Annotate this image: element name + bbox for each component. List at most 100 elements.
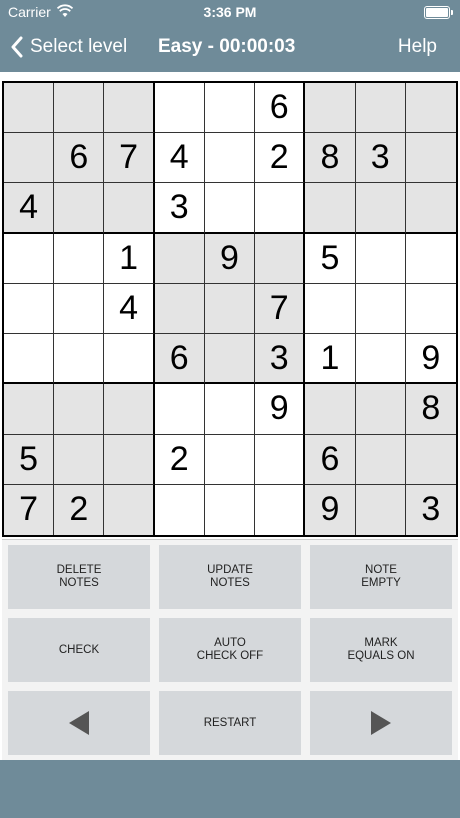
- sudoku-cell-r1-c6[interactable]: 6: [255, 83, 306, 134]
- next-button[interactable]: [310, 691, 452, 755]
- sudoku-cell-r9-c3[interactable]: [104, 484, 155, 535]
- sudoku-cell-r4-c1[interactable]: [4, 233, 55, 284]
- sudoku-cell-r6-c1[interactable]: [4, 334, 55, 385]
- sudoku-cell-r9-c5[interactable]: [205, 484, 256, 535]
- sudoku-cell-r3-c3[interactable]: [104, 183, 155, 234]
- sudoku-cell-r2-c8[interactable]: 3: [355, 133, 406, 184]
- control-panel: DELETE NOTES UPDATE NOTES NOTE EMPTY CHE…: [2, 539, 458, 761]
- sudoku-cell-r1-c8[interactable]: [355, 83, 406, 134]
- delete-notes-button[interactable]: DELETE NOTES: [8, 545, 150, 609]
- sudoku-cell-r6-c5[interactable]: [204, 334, 256, 385]
- sudoku-cell-r5-c7[interactable]: [305, 283, 356, 335]
- sudoku-cell-r7-c7[interactable]: [305, 384, 356, 435]
- sudoku-cell-r3-c8[interactable]: [355, 183, 406, 234]
- sudoku-cell-r1-c9[interactable]: [405, 83, 456, 134]
- sudoku-cell-r7-c1[interactable]: [4, 384, 55, 435]
- battery-icon: [424, 6, 453, 19]
- sudoku-cell-r3-c2[interactable]: [54, 183, 105, 234]
- sudoku-cell-r6-c6[interactable]: 3: [255, 334, 306, 385]
- sudoku-cell-r8-c8[interactable]: [355, 434, 406, 485]
- status-bar: Carrier 3:36 PM: [0, 0, 460, 24]
- auto-check-button[interactable]: AUTO CHECK OFF: [159, 618, 301, 682]
- sudoku-cell-r2-c7[interactable]: 8: [305, 133, 356, 184]
- sudoku-cell-r8-c4[interactable]: 2: [154, 434, 205, 485]
- select-level-button[interactable]: Select level: [10, 34, 127, 60]
- sudoku-cell-r5-c1[interactable]: [4, 283, 55, 335]
- sudoku-cell-r9-c8[interactable]: [355, 484, 406, 535]
- sudoku-cell-r4-c5[interactable]: 9: [204, 233, 256, 284]
- sudoku-cell-r3-c4[interactable]: 3: [154, 183, 205, 234]
- sudoku-cell-r2-c5[interactable]: [204, 133, 256, 184]
- sudoku-cell-r7-c2[interactable]: [54, 384, 105, 435]
- sudoku-cell-r7-c5[interactable]: [204, 384, 256, 435]
- sudoku-cell-r1-c5[interactable]: [204, 83, 256, 134]
- sudoku-cell-r2-c3[interactable]: 7: [104, 133, 155, 184]
- bottom-bar: [0, 760, 460, 818]
- sudoku-cell-r4-c9[interactable]: [405, 234, 456, 284]
- sudoku-cell-r8-c9[interactable]: [405, 434, 456, 485]
- sudoku-cell-r1-c1[interactable]: [4, 83, 55, 134]
- sudoku-cell-r8-c6[interactable]: [255, 434, 306, 485]
- sudoku-cell-r2-c2[interactable]: 6: [54, 133, 105, 184]
- sudoku-cell-r7-c6[interactable]: 9: [255, 384, 306, 435]
- game-area: 667428343195476319985267293 DELETE NOTES…: [0, 72, 460, 761]
- sudoku-cell-r8-c1[interactable]: 5: [4, 434, 55, 485]
- check-button[interactable]: CHECK: [8, 618, 150, 682]
- note-empty-button[interactable]: NOTE EMPTY: [310, 545, 452, 609]
- sudoku-cell-r4-c4[interactable]: [154, 233, 205, 284]
- restart-button[interactable]: RESTART: [159, 691, 301, 755]
- sudoku-cell-r3-c5[interactable]: [204, 183, 256, 234]
- sudoku-cell-r4-c7[interactable]: 5: [305, 233, 356, 284]
- sudoku-cell-r5-c4[interactable]: [154, 283, 205, 335]
- help-button[interactable]: Help: [398, 36, 437, 58]
- sudoku-cell-r3-c1[interactable]: 4: [4, 183, 55, 234]
- sudoku-cell-r9-c4[interactable]: [155, 484, 205, 535]
- sudoku-cell-r6-c3[interactable]: [104, 334, 155, 385]
- sudoku-cell-r3-c9[interactable]: [405, 183, 456, 234]
- sudoku-cell-r4-c3[interactable]: 1: [104, 233, 155, 284]
- sudoku-cell-r6-c7[interactable]: 1: [305, 334, 356, 385]
- sudoku-cell-r5-c2[interactable]: [54, 283, 105, 335]
- sudoku-cell-r1-c3[interactable]: [104, 83, 155, 134]
- sudoku-cell-r7-c8[interactable]: [355, 384, 406, 435]
- sudoku-cell-r9-c9[interactable]: 3: [405, 484, 456, 535]
- nav-bar: Select level Easy - 00:00:03 Help: [0, 24, 460, 70]
- select-level-label: Select level: [30, 36, 128, 57]
- sudoku-cell-r2-c9[interactable]: [405, 133, 456, 184]
- sudoku-cell-r4-c2[interactable]: [54, 233, 105, 284]
- sudoku-cell-r1-c2[interactable]: [54, 83, 105, 134]
- sudoku-cell-r6-c2[interactable]: [54, 334, 105, 385]
- sudoku-cell-r8-c2[interactable]: [54, 434, 105, 485]
- sudoku-cell-r3-c6[interactable]: [255, 183, 306, 234]
- sudoku-cell-r5-c8[interactable]: [355, 283, 406, 335]
- sudoku-cell-r9-c2[interactable]: 2: [54, 484, 105, 535]
- sudoku-cell-r3-c7[interactable]: [305, 183, 356, 234]
- sudoku-cell-r2-c6[interactable]: 2: [255, 133, 306, 184]
- update-notes-button[interactable]: UPDATE NOTES: [159, 545, 301, 609]
- sudoku-cell-r9-c6[interactable]: [255, 484, 306, 535]
- sudoku-cell-r8-c3[interactable]: [104, 434, 155, 485]
- sudoku-cell-r4-c6[interactable]: [255, 233, 306, 284]
- sudoku-cell-r2-c4[interactable]: 4: [154, 133, 205, 184]
- sudoku-cell-r5-c5[interactable]: [204, 283, 256, 335]
- arrow-right-icon: [371, 711, 391, 735]
- sudoku-cell-r6-c4[interactable]: 6: [154, 334, 205, 385]
- sudoku-cell-r6-c8[interactable]: [355, 334, 406, 385]
- sudoku-cell-r7-c9[interactable]: 8: [405, 384, 456, 435]
- sudoku-cell-r7-c3[interactable]: [104, 384, 155, 435]
- sudoku-cell-r9-c7[interactable]: 9: [305, 484, 356, 535]
- sudoku-cell-r1-c4[interactable]: [154, 83, 205, 134]
- mark-equals-button[interactable]: MARK EQUALS ON: [310, 618, 452, 682]
- sudoku-cell-r8-c7[interactable]: 6: [305, 434, 356, 485]
- sudoku-cell-r2-c1[interactable]: [4, 133, 55, 184]
- previous-button[interactable]: [8, 691, 150, 755]
- sudoku-cell-r4-c8[interactable]: [355, 233, 406, 284]
- sudoku-cell-r9-c1[interactable]: 7: [4, 484, 55, 535]
- sudoku-cell-r1-c7[interactable]: [305, 83, 356, 134]
- sudoku-cell-r5-c9[interactable]: [405, 284, 456, 335]
- sudoku-cell-r8-c5[interactable]: [204, 434, 256, 485]
- sudoku-cell-r5-c3[interactable]: 4: [104, 283, 155, 335]
- sudoku-cell-r6-c9[interactable]: 9: [405, 334, 456, 385]
- sudoku-cell-r5-c6[interactable]: 7: [255, 283, 306, 335]
- sudoku-cell-r7-c4[interactable]: [154, 384, 205, 435]
